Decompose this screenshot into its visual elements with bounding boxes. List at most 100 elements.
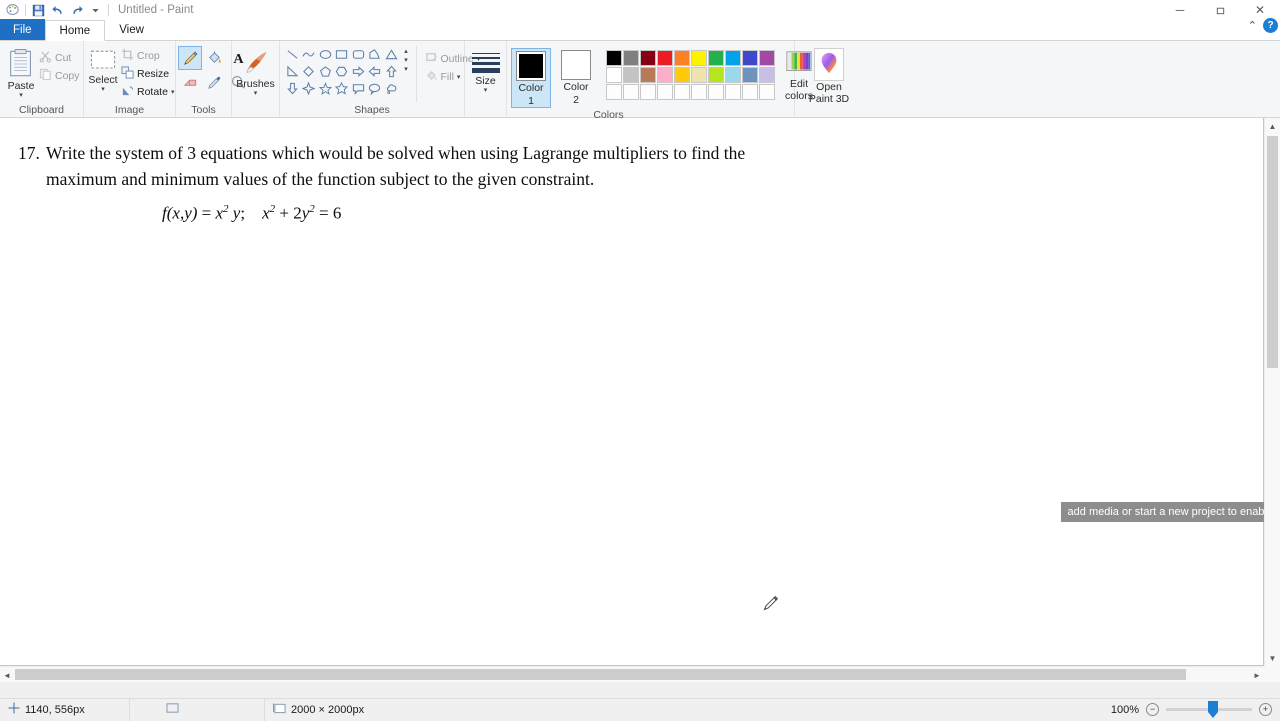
- fill-caret-icon[interactable]: ▾: [457, 75, 461, 81]
- palette-swatch-empty[interactable]: [657, 84, 673, 100]
- shape-hexagon[interactable]: [334, 63, 351, 80]
- palette-swatch[interactable]: [759, 50, 775, 66]
- palette-swatch-empty[interactable]: [606, 84, 622, 100]
- palette-swatch[interactable]: [674, 50, 690, 66]
- shape-curve[interactable]: [301, 46, 318, 63]
- shapes-scroll-up-icon[interactable]: ▴: [402, 47, 411, 56]
- shape-pentagon[interactable]: [317, 63, 334, 80]
- palette-swatch[interactable]: [725, 50, 741, 66]
- palette-swatch[interactable]: [623, 50, 639, 66]
- palette-swatch[interactable]: [725, 67, 741, 83]
- shape-left-arrow[interactable]: [367, 63, 384, 80]
- palette-swatch[interactable]: [640, 67, 656, 83]
- palette-swatch-empty[interactable]: [742, 84, 758, 100]
- minimize-button[interactable]: ─: [1160, 0, 1200, 20]
- shape-right-arrow[interactable]: [350, 63, 367, 80]
- select-caret-icon[interactable]: ▾: [101, 87, 105, 93]
- save-icon[interactable]: [29, 1, 48, 19]
- copy-button[interactable]: Copy: [36, 67, 83, 85]
- undo-icon[interactable]: [48, 1, 67, 19]
- paste-caret-icon[interactable]: ▾: [19, 93, 23, 99]
- tab-view[interactable]: View: [105, 19, 158, 40]
- shape-cloud-callout[interactable]: [383, 80, 400, 97]
- palette-swatch[interactable]: [691, 67, 707, 83]
- palette-swatch[interactable]: [640, 50, 656, 66]
- color-picker-tool[interactable]: [202, 70, 226, 94]
- scroll-left-icon[interactable]: ◄: [0, 667, 14, 683]
- shape-oval-callout[interactable]: [367, 80, 384, 97]
- scroll-up-icon[interactable]: ▲: [1265, 118, 1280, 134]
- zoom-out-button[interactable]: −: [1146, 703, 1159, 716]
- brushes-caret-icon[interactable]: ▾: [254, 91, 258, 97]
- restore-button[interactable]: [1200, 0, 1240, 20]
- palette-swatch[interactable]: [606, 67, 622, 83]
- zoom-slider-track[interactable]: [1166, 708, 1252, 711]
- size-button[interactable]: Size ▾: [469, 48, 502, 94]
- palette-swatch[interactable]: [657, 50, 673, 66]
- rotate-caret-icon[interactable]: ▾: [171, 90, 175, 96]
- horizontal-scrollbar[interactable]: ◄ ►: [0, 666, 1264, 682]
- tab-file[interactable]: File: [0, 19, 45, 40]
- brushes-button[interactable]: Brushes ▾: [236, 46, 275, 97]
- tab-home[interactable]: Home: [45, 20, 106, 41]
- cut-button[interactable]: Cut: [36, 49, 83, 67]
- palette-swatch[interactable]: [623, 67, 639, 83]
- rotate-button[interactable]: Rotate ▾: [118, 83, 177, 101]
- collapse-ribbon-icon[interactable]: ⌃: [1248, 19, 1257, 32]
- eraser-tool[interactable]: [178, 70, 202, 94]
- palette-swatch-empty[interactable]: [623, 84, 639, 100]
- palette-swatch[interactable]: [674, 67, 690, 83]
- vertical-scroll-thumb[interactable]: [1267, 136, 1278, 368]
- paste-button[interactable]: Paste ▾: [6, 46, 36, 99]
- shape-rounded-callout[interactable]: [350, 80, 367, 97]
- shape-five-point-star[interactable]: [317, 80, 334, 97]
- palette-swatch-empty[interactable]: [691, 84, 707, 100]
- redo-icon[interactable]: [67, 1, 86, 19]
- close-button[interactable]: ✕: [1240, 0, 1280, 20]
- shape-rectangle[interactable]: [334, 46, 351, 63]
- select-button[interactable]: Select ▾: [88, 46, 118, 93]
- shape-right-triangle[interactable]: [284, 63, 301, 80]
- shape-polygon[interactable]: [367, 46, 384, 63]
- shape-oval[interactable]: [317, 46, 334, 63]
- open-paint3d-button[interactable]: Open Paint 3D: [799, 46, 859, 105]
- pencil-tool[interactable]: [178, 46, 202, 70]
- shape-six-point-star[interactable]: [334, 80, 351, 97]
- shape-four-point-star[interactable]: [301, 80, 318, 97]
- palette-swatch-empty[interactable]: [759, 84, 775, 100]
- drawing-canvas[interactable]: 17. Write the system of 3 equations whic…: [0, 118, 1264, 666]
- scroll-right-icon[interactable]: ►: [1250, 667, 1264, 683]
- fill-bucket-tool[interactable]: [202, 46, 226, 70]
- color-2-button[interactable]: Color 2: [557, 48, 595, 106]
- shape-up-arrow[interactable]: [383, 63, 400, 80]
- vertical-scrollbar[interactable]: ▲ ▼: [1264, 118, 1280, 666]
- zoom-slider-thumb[interactable]: [1208, 701, 1218, 718]
- horizontal-scroll-thumb[interactable]: [15, 669, 1186, 680]
- shape-rounded-rectangle[interactable]: [350, 46, 367, 63]
- palette-swatch[interactable]: [742, 67, 758, 83]
- palette-swatch-empty[interactable]: [725, 84, 741, 100]
- shapes-expand-icon[interactable]: ▾: [402, 65, 411, 74]
- shapes-scroll-down-icon[interactable]: ▾: [402, 56, 411, 65]
- palette-swatch[interactable]: [742, 50, 758, 66]
- resize-button[interactable]: Resize: [118, 65, 177, 83]
- palette-swatch[interactable]: [708, 50, 724, 66]
- crop-button[interactable]: Crop: [118, 47, 177, 65]
- help-button[interactable]: ?: [1263, 18, 1278, 33]
- paint-app-icon[interactable]: [3, 1, 22, 19]
- size-caret-icon[interactable]: ▾: [484, 88, 488, 94]
- palette-swatch[interactable]: [657, 67, 673, 83]
- shape-line[interactable]: [284, 46, 301, 63]
- customize-qat-caret-icon[interactable]: [86, 1, 105, 19]
- zoom-in-button[interactable]: +: [1259, 703, 1272, 716]
- palette-swatch-empty[interactable]: [674, 84, 690, 100]
- scroll-down-icon[interactable]: ▼: [1265, 650, 1280, 666]
- palette-swatch[interactable]: [606, 50, 622, 66]
- palette-swatch[interactable]: [759, 67, 775, 83]
- palette-swatch-empty[interactable]: [640, 84, 656, 100]
- shape-triangle[interactable]: [383, 46, 400, 63]
- palette-swatch[interactable]: [708, 67, 724, 83]
- shape-diamond[interactable]: [301, 63, 318, 80]
- color-1-button[interactable]: Color 1: [511, 48, 551, 108]
- palette-swatch[interactable]: [691, 50, 707, 66]
